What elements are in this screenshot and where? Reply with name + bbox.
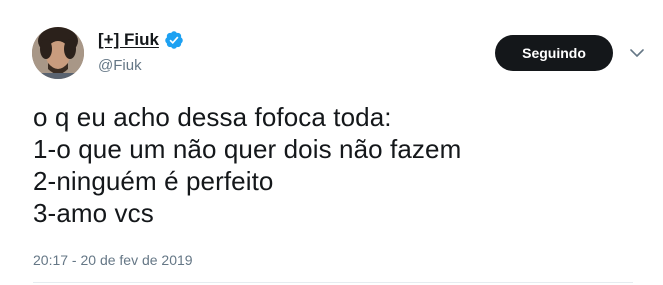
- tweet-card: [+] Fiuk @Fiuk Seguindo o q eu acho dess…: [0, 0, 663, 285]
- tweet-timestamp[interactable]: 20:17 - 20 de fev de 2019: [33, 252, 193, 268]
- following-button[interactable]: Seguindo: [495, 35, 613, 71]
- chevron-down-icon[interactable]: [628, 44, 646, 62]
- divider: [33, 282, 633, 283]
- avatar-image: [32, 27, 84, 79]
- author-handle[interactable]: @Fiuk: [98, 57, 142, 74]
- avatar[interactable]: [32, 27, 84, 79]
- tweet-text: o q eu acho dessa fofoca toda: 1-o que u…: [33, 102, 462, 228]
- author-display-name[interactable]: [+] Fiuk: [98, 30, 159, 50]
- verified-badge-icon: [164, 30, 184, 50]
- author-name-row: [+] Fiuk: [98, 30, 184, 50]
